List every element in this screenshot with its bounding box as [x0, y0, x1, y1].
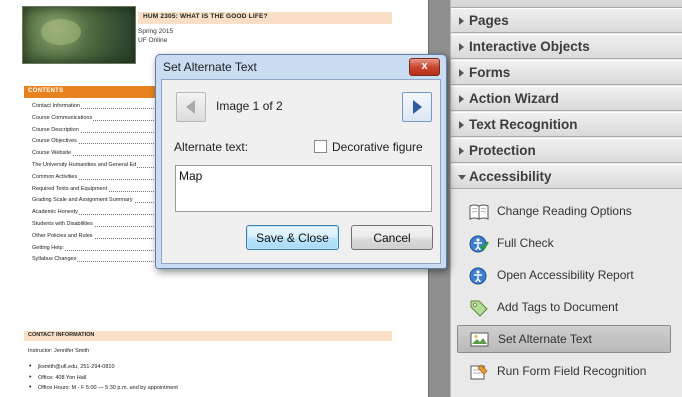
toc-entry-label: The University Humanities and General Ed: [32, 161, 138, 168]
toc-entry-label: Course Website: [32, 150, 73, 157]
chevron-down-icon: [458, 175, 466, 180]
section-interactive-objects[interactable]: Interactive Objects: [451, 34, 682, 59]
section-accessibility[interactable]: Accessibility: [451, 164, 682, 189]
course-term: Spring 2015: [138, 28, 174, 35]
chevron-right-icon: [459, 121, 464, 129]
tools-panel: Pages Interactive Objects Forms Action W…: [450, 0, 682, 397]
toc-entry-label: Course Communications: [32, 114, 94, 121]
toc-entry-label: Course Objectives: [32, 138, 78, 145]
tool-label: Change Reading Options: [497, 204, 632, 218]
course-campus: UF Online: [138, 37, 168, 44]
tool-label: Set Alternate Text: [498, 332, 592, 346]
form-field-icon: [470, 364, 488, 380]
book-icon: [469, 204, 489, 220]
toc-entry-label: Academic Honesty: [32, 209, 79, 216]
course-map-image: [22, 6, 136, 64]
arrow-left-icon: [186, 100, 195, 114]
alternate-text-label: Alternate text:: [174, 140, 249, 154]
tool-run-form-field-recognition[interactable]: Run Form Field Recognition: [457, 358, 671, 386]
tool-label: Run Form Field Recognition: [497, 364, 647, 378]
section-action-wizard[interactable]: Action Wizard: [451, 86, 682, 111]
accessibility-report-icon: [469, 267, 487, 285]
tool-add-tags-to-document[interactable]: Add Tags to Document: [457, 294, 671, 322]
toc-entry-label: Other Policies and Rules: [32, 232, 94, 239]
tool-open-accessibility-report[interactable]: Open Accessibility Report: [457, 262, 671, 290]
tool-label: Add Tags to Document: [497, 300, 619, 314]
section-label: Action Wizard: [469, 91, 559, 106]
chevron-right-icon: [459, 147, 464, 155]
chevron-right-icon: [459, 43, 464, 51]
cancel-button[interactable]: Cancel: [351, 225, 433, 250]
tool-label: Full Check: [497, 236, 554, 250]
next-image-button[interactable]: [402, 92, 432, 122]
previous-image-button[interactable]: [176, 92, 206, 122]
section-label: Forms: [469, 65, 511, 80]
toc-entry-label: Getting Help:: [32, 244, 66, 251]
chevron-right-icon: [459, 95, 464, 103]
toc-entry-label: Course Description: [32, 126, 80, 133]
contact-item: jksmith@ufl.edu, 251-294-0810: [28, 363, 178, 375]
section-header-partial[interactable]: [451, 0, 682, 8]
toc-entry-label: Common Activities: [32, 173, 79, 180]
alternate-text-input[interactable]: Map: [175, 165, 432, 212]
toc-entry-label: Students with Disabilities: [32, 220, 94, 227]
tool-change-reading-options[interactable]: Change Reading Options: [457, 198, 671, 226]
decorative-figure-checkbox[interactable]: [314, 140, 327, 153]
tool-set-alternate-text[interactable]: Set Alternate Text: [457, 325, 671, 353]
section-protection[interactable]: Protection: [451, 138, 682, 163]
section-label: Accessibility: [469, 169, 552, 184]
instructor-line: Instructor: Jennifer Smith: [28, 348, 90, 354]
section-forms[interactable]: Forms: [451, 60, 682, 85]
check-icon: [469, 235, 489, 253]
toc-entry-label: Syllabus Changes: [32, 256, 78, 263]
toc-entry-label: Required Texts and Equipment: [32, 185, 109, 192]
dialog-titlebar[interactable]: Set Alternate Text x: [156, 55, 446, 79]
section-label: Pages: [469, 13, 509, 28]
contact-item: Office: 408 Yon Hall: [28, 374, 178, 386]
contact-heading: CONTACT INFORMATION: [28, 332, 95, 338]
section-pages[interactable]: Pages: [451, 8, 682, 33]
close-icon: x: [421, 60, 428, 72]
tool-full-check[interactable]: Full Check: [457, 230, 671, 258]
decorative-figure-label[interactable]: Decorative figure: [332, 140, 423, 154]
section-label: Interactive Objects: [469, 39, 590, 54]
tag-icon: [470, 300, 488, 317]
set-alternate-text-dialog: Set Alternate Text x Image 1 of 2 Altern…: [155, 54, 447, 269]
section-label: Text Recognition: [469, 117, 578, 132]
chevron-right-icon: [459, 17, 464, 25]
contents-heading: CONTENTS: [28, 88, 64, 94]
contact-list: jksmith@ufl.edu, 251-294-0810 Office: 40…: [28, 363, 178, 396]
image-counter: Image 1 of 2: [216, 99, 283, 113]
arrow-right-icon: [413, 100, 422, 114]
dialog-title: Set Alternate Text: [163, 60, 257, 74]
alt-text-icon: [470, 332, 489, 347]
contact-item: Office Hours: M - F 5:00 — 5:30 p.m. and…: [28, 384, 178, 396]
section-label: Protection: [469, 143, 536, 158]
close-button[interactable]: x: [409, 58, 440, 76]
tool-label: Open Accessibility Report: [497, 268, 634, 282]
dialog-body: Image 1 of 2 Alternate text: Decorative …: [161, 79, 441, 264]
toc-entry-label: Grading Scale and Assignment Summary: [32, 197, 134, 204]
save-and-close-button[interactable]: Save & Close: [246, 225, 339, 250]
course-title: HUM 2305: WHAT IS THE GOOD LIFE?: [143, 13, 268, 20]
toc-entry-label: Contact Information: [32, 103, 81, 109]
chevron-right-icon: [459, 69, 464, 77]
section-text-recognition[interactable]: Text Recognition: [451, 112, 682, 137]
